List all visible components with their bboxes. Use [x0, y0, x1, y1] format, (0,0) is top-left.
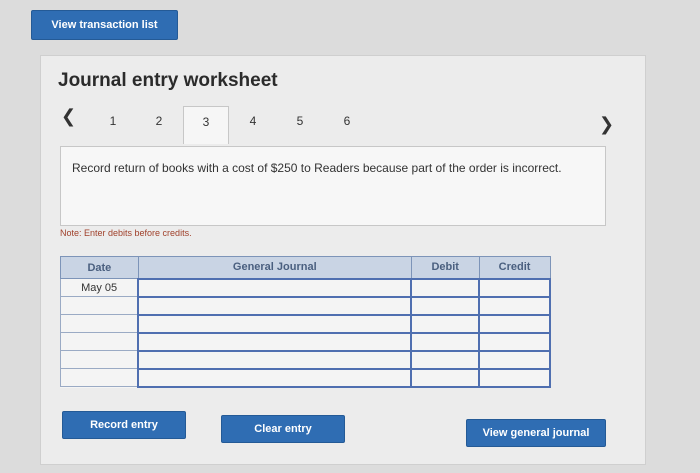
table-row	[60, 349, 551, 370]
tab-1[interactable]: 1	[90, 106, 136, 144]
debit-cell[interactable]	[410, 349, 481, 370]
debit-cell[interactable]	[410, 367, 481, 388]
view-transaction-list-button[interactable]: View transaction list	[31, 10, 178, 40]
table-row: May 05	[60, 277, 551, 298]
credit-cell[interactable]	[478, 313, 551, 334]
journal-entry-worksheet-panel: Journal entry worksheet ❮ 1 2 3 4 5 6 ❯ …	[40, 55, 646, 465]
table-row	[60, 295, 551, 316]
worksheet-title: Journal entry worksheet	[58, 70, 278, 91]
table-row	[60, 313, 551, 334]
debit-cell[interactable]	[410, 313, 481, 334]
chevron-left-icon[interactable]: ❮	[61, 106, 76, 127]
date-cell[interactable]	[60, 332, 139, 351]
debit-cell[interactable]	[410, 331, 481, 352]
date-cell[interactable]	[60, 296, 139, 315]
header-general-journal: General Journal	[137, 256, 412, 279]
tab-4[interactable]: 4	[230, 106, 276, 144]
date-cell[interactable]	[60, 314, 139, 333]
record-entry-button[interactable]: Record entry	[62, 411, 186, 439]
date-cell[interactable]: May 05	[60, 278, 139, 297]
chevron-right-icon[interactable]: ❯	[599, 114, 614, 135]
credit-cell[interactable]	[478, 349, 551, 370]
header-date: Date	[60, 256, 139, 279]
date-cell[interactable]	[60, 368, 139, 387]
instruction-text: Record return of books with a cost of $2…	[72, 161, 562, 175]
instruction-box: Record return of books with a cost of $2…	[60, 146, 606, 226]
credit-cell[interactable]	[478, 331, 551, 352]
debit-cell[interactable]	[410, 295, 481, 316]
tab-6[interactable]: 6	[324, 106, 370, 144]
header-debit: Debit	[410, 256, 480, 279]
view-general-journal-button[interactable]: View general journal	[466, 419, 606, 447]
account-cell[interactable]	[137, 331, 413, 352]
header-credit: Credit	[478, 256, 551, 279]
credit-cell[interactable]	[478, 367, 551, 388]
debit-cell[interactable]	[410, 277, 481, 298]
credit-cell[interactable]	[478, 277, 551, 298]
account-cell[interactable]	[137, 295, 413, 316]
tab-5[interactable]: 5	[277, 106, 323, 144]
table-row	[60, 331, 551, 352]
account-cell[interactable]	[137, 349, 413, 370]
debits-note: Note: Enter debits before credits.	[60, 228, 192, 238]
account-cell[interactable]	[137, 277, 413, 298]
account-cell[interactable]	[137, 313, 413, 334]
tab-2[interactable]: 2	[136, 106, 182, 144]
account-cell[interactable]	[137, 367, 413, 388]
journal-table: Date General Journal Debit Credit May 05	[60, 256, 551, 388]
table-row	[60, 367, 551, 388]
tab-3[interactable]: 3	[183, 106, 229, 144]
credit-cell[interactable]	[478, 295, 551, 316]
clear-entry-button[interactable]: Clear entry	[221, 415, 345, 443]
date-cell[interactable]	[60, 350, 139, 369]
